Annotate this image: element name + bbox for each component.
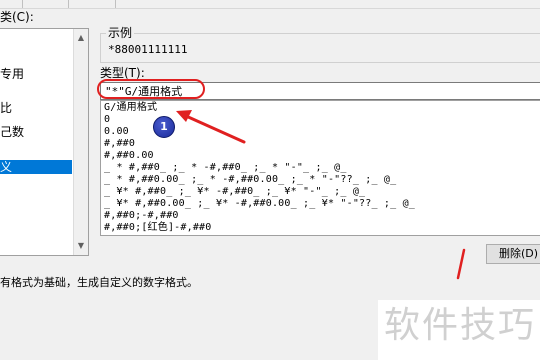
format-list-item[interactable]: #,##0;-#,##0: [104, 210, 179, 222]
sample-value: *88001111111: [108, 43, 188, 56]
category-label: 类(C):: [0, 10, 34, 24]
format-list-item[interactable]: _ * #,##0.00_ ;_ * -#,##0.00_ ;_ * "-"??…: [104, 174, 396, 186]
category-list[interactable]: 专用 比 己数 义 ▲ ▼: [0, 28, 89, 256]
tab-divider: [68, 0, 69, 8]
category-item[interactable]: 专用: [0, 65, 24, 82]
format-list-item[interactable]: #,##0.00: [104, 150, 154, 162]
tab-divider: [22, 0, 23, 8]
category-item[interactable]: 己数: [0, 123, 24, 140]
watermark-text: 软件技巧: [384, 305, 537, 346]
format-list-item[interactable]: #,##0;[红色]-#,##0: [104, 222, 212, 234]
category-scrollbar[interactable]: ▲ ▼: [73, 29, 88, 255]
lower-panel: [0, 300, 379, 360]
category-item-selected[interactable]: 义: [0, 160, 72, 174]
format-list-item[interactable]: G/通用格式: [104, 102, 158, 114]
sample-group: 示例 *88001111111: [100, 24, 540, 63]
format-list-item[interactable]: _ ¥* #,##0.00_ ;_ ¥* -#,##0.00_ ;_ ¥* "-…: [104, 198, 415, 210]
step-badge: 1: [153, 116, 175, 138]
scroll-down-icon[interactable]: ▼: [74, 239, 88, 253]
format-list-item[interactable]: 0: [104, 114, 110, 126]
category-item[interactable]: 比: [0, 99, 12, 116]
format-list-item[interactable]: #,##0: [104, 138, 135, 150]
top-strip: [0, 0, 540, 9]
format-list-item[interactable]: _ * #,##0_ ;_ * -#,##0_ ;_ * "-"_ ;_ @_: [104, 162, 347, 174]
sample-title: 示例: [106, 24, 135, 41]
delete-button[interactable]: 删除(D): [486, 244, 540, 264]
format-list-item[interactable]: 0.00: [104, 126, 129, 138]
scroll-up-icon[interactable]: ▲: [74, 31, 88, 45]
format-list-item[interactable]: _ ¥* #,##0_ ;_ ¥* -#,##0_ ;_ ¥* "-"_ ;_ …: [104, 186, 365, 198]
red-stroke-mark: [456, 248, 466, 280]
highlight-oval: [97, 79, 205, 99]
description-text: 有格式为基础，生成自定义的数字格式。: [0, 276, 198, 289]
tab-divider: [115, 0, 116, 8]
